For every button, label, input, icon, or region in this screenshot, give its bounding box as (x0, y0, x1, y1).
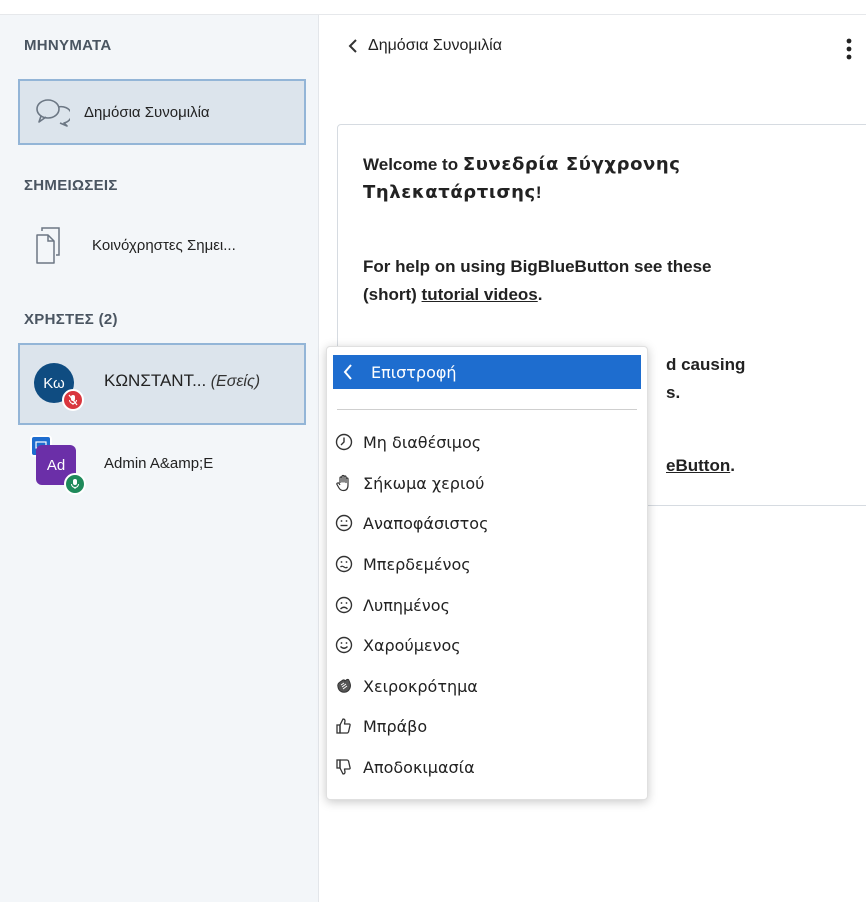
sidebar-item-label: Κοινόχρηστες Σημει... (92, 236, 236, 254)
partial-link-text: eButton. (666, 452, 866, 480)
neutral-face-icon (335, 514, 353, 532)
menu-item-label: Χειροκρότημα (363, 676, 478, 696)
user-list-item-self[interactable]: Κω ΚΩΝΣΤΑΝΤ... (Εσείς) (18, 343, 306, 425)
menu-item-label: Χαρούμενος (363, 635, 461, 655)
menu-item-label: Μη διαθέσιμος (363, 432, 482, 452)
more-options-icon[interactable] (842, 37, 856, 63)
user-you-label: (Εσείς) (210, 373, 261, 390)
menu-item-undecided[interactable]: Αναποφάσιστος (335, 506, 635, 540)
chevron-left-icon (343, 364, 353, 380)
menu-divider (337, 409, 637, 410)
thumbs-down-icon (335, 758, 353, 776)
sidebar: ΜΗΝΥΜΑΤΑ Δημόσια Συνομιλία ΣΗΜΕΙΩΣΕΙΣ Κο… (0, 15, 319, 902)
notes-section-title: ΣΗΜΕΙΩΣΕΙΣ (24, 177, 118, 194)
help-text: For help on using BigBlueButton see thes… (363, 253, 823, 309)
menu-item-away[interactable]: Μη διαθέσιμος (335, 425, 635, 459)
chat-title: Δημόσια Συνομιλία (368, 37, 502, 54)
menu-item-happy[interactable]: Χαρούμενος (335, 628, 635, 662)
sidebar-item-label: Δημόσια Συνομιλία (84, 103, 210, 121)
menu-item-thumbs-down[interactable]: Αποδοκιμασία (335, 750, 635, 784)
partial-line-1: d causing (666, 355, 746, 374)
menu-item-sad[interactable]: Λυπημένος (335, 588, 635, 622)
sad-face-icon (335, 596, 353, 614)
thumbs-up-icon (335, 717, 353, 735)
menu-back-label: Επιστροφή (371, 362, 457, 382)
bigbluebutton-link[interactable]: eButton (666, 456, 730, 475)
welcome-prefix: Welcome to (363, 155, 463, 174)
chat-bubbles-icon (34, 97, 70, 127)
chat-back-button[interactable]: Δημόσια Συνομιλία (348, 37, 502, 55)
applause-icon (335, 677, 353, 695)
menu-item-applause[interactable]: Χειροκρότημα (335, 669, 635, 703)
confused-face-icon (335, 555, 353, 573)
menu-item-raise-hand[interactable]: Σήκωμα χεριού (335, 466, 635, 500)
partial-text: d causing s. (666, 351, 866, 407)
clock-icon (335, 433, 353, 451)
help-line-1: For help on using BigBlueButton see thes… (363, 257, 712, 276)
sidebar-item-public-chat[interactable]: Δημόσια Συνομιλία (18, 79, 306, 145)
user-name: ΚΩΝΣΤΑΝΤ... (104, 371, 207, 390)
menu-item-label: Αποδοκιμασία (363, 757, 475, 777)
help-line-2: (short) (363, 285, 422, 304)
menu-back-button[interactable]: Επιστροφή (333, 355, 641, 389)
menu-item-label: Λυπημένος (363, 595, 450, 615)
welcome-suffix: ! (535, 183, 542, 202)
chevron-left-icon (348, 39, 358, 53)
happy-face-icon (335, 636, 353, 654)
tutorial-videos-link[interactable]: tutorial videos (422, 285, 538, 304)
menu-item-confused[interactable]: Μπερδεμένος (335, 547, 635, 581)
users-section-title: ΧΡΗΣΤΕΣ (2) (24, 311, 118, 328)
top-bar (0, 0, 866, 15)
avatar-initials: Κω (43, 374, 65, 392)
messages-section-title: ΜΗΝΥΜΑΤΑ (24, 37, 112, 54)
menu-item-thumbs-up[interactable]: Μπράβο (335, 709, 635, 743)
user-name: Admin A&amp;E (104, 455, 214, 472)
menu-item-label: Μπράβο (363, 716, 428, 736)
partial-end: . (730, 456, 735, 475)
muted-mic-badge-icon (62, 389, 84, 411)
menu-item-label: Σήκωμα χεριού (363, 473, 485, 493)
help-end: . (537, 285, 543, 304)
menu-item-label: Αναποφάσιστος (363, 513, 489, 533)
chat-header: Δημόσια Συνομιλία (318, 15, 866, 81)
status-menu: Επιστροφή Μη διαθέσιμος Σήκωμα χεριού Αν… (326, 346, 648, 800)
document-icon (34, 225, 64, 265)
sidebar-item-shared-notes[interactable]: Κοινόχρηστες Σημει... (18, 215, 306, 275)
partial-line-2: s. (666, 383, 681, 402)
user-list-item-admin[interactable]: Ad Admin A&amp;E (18, 433, 306, 503)
hand-icon (335, 474, 353, 492)
menu-item-label: Μπερδεμένος (363, 554, 471, 574)
avatar-initials: Ad (46, 456, 66, 474)
microphone-badge-icon (64, 473, 86, 495)
welcome-text: Welcome to Συνεδρία Σύγχρονης Τηλεκατάρτ… (363, 151, 783, 207)
